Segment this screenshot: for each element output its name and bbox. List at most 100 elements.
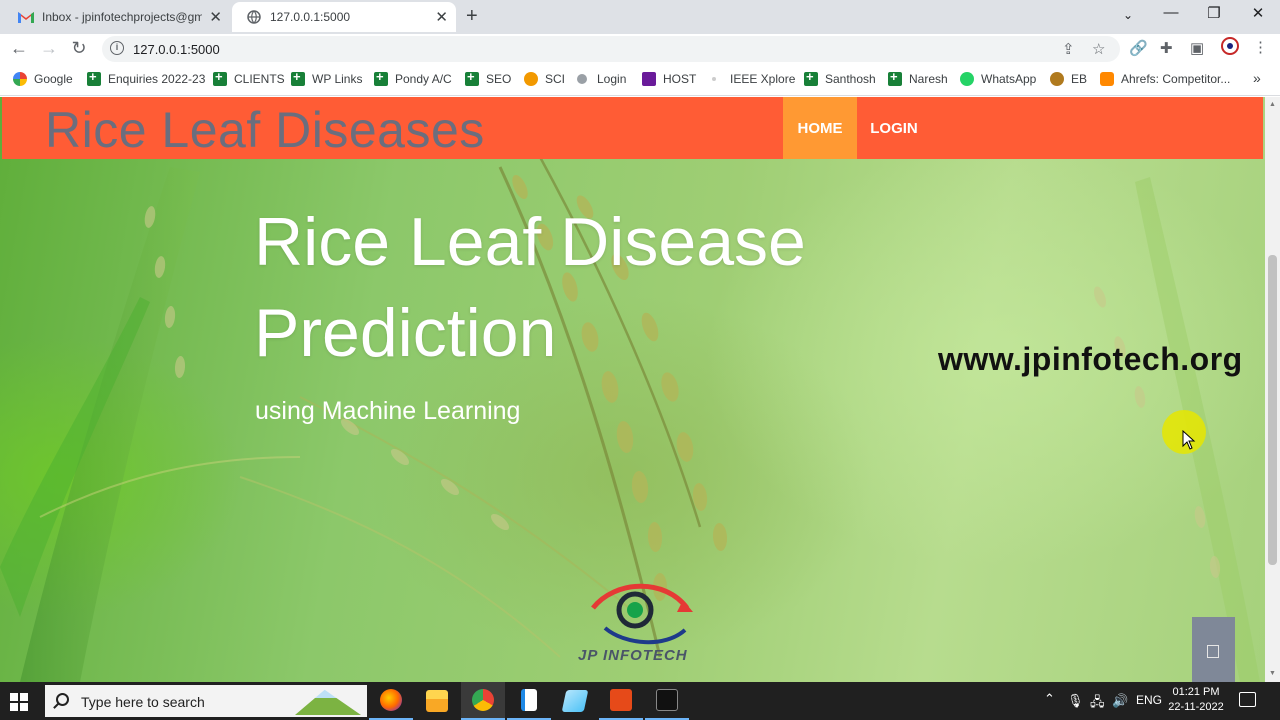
windows-start-button[interactable]: [10, 693, 28, 711]
network-icon[interactable]: 🖧: [1090, 693, 1105, 715]
whatsapp-icon: [960, 72, 974, 86]
file-explorer-app-button[interactable]: [415, 682, 459, 720]
tab-localhost[interactable]: 127.0.0.1:5000 ✕: [232, 2, 456, 32]
browser-toolbar: ← → ↻ i 127.0.0.1:5000 ⇪ ☆ 🔗 ✚ ▣ ⋮: [0, 34, 1280, 64]
tab-gmail[interactable]: Inbox - jpinfotechprojects@gmail.com ✕: [4, 2, 230, 32]
sheets-icon: [465, 69, 479, 86]
bookmark-whatsapp[interactable]: WhatsApp: [960, 72, 1036, 86]
sheets-icon: [374, 69, 388, 86]
ieee-icon: [712, 77, 716, 81]
restore-button[interactable]: ❐: [1194, 4, 1234, 22]
ahrefs-icon: [1100, 72, 1114, 86]
hero-subtitle: using Machine Learning: [255, 397, 521, 425]
minimize-button[interactable]: —: [1151, 4, 1191, 21]
search-placeholder: Type here to search: [81, 694, 205, 710]
notification-center-icon[interactable]: [1239, 692, 1256, 707]
bookmark-clients[interactable]: CLIENTS: [213, 69, 285, 86]
terminal-app-button[interactable]: [645, 682, 689, 720]
url-text[interactable]: 127.0.0.1:5000: [133, 42, 220, 57]
clock-time: 01:21 PM: [1172, 686, 1220, 698]
close-tab-icon[interactable]: ✕: [209, 8, 222, 26]
side-panel-icon[interactable]: ▣: [1190, 39, 1204, 57]
gmail-icon: [18, 9, 34, 25]
reload-icon[interactable]: ↻: [68, 38, 90, 59]
close-tab-icon[interactable]: ✕: [435, 8, 448, 26]
profile-avatar[interactable]: [1221, 37, 1239, 59]
site-brand[interactable]: Rice Leaf Diseases: [45, 101, 485, 159]
sun-icon: [524, 72, 538, 86]
sheets-icon: [213, 69, 227, 86]
tab-search-chevron-icon[interactable]: ⌄: [1108, 8, 1148, 22]
bookmark-login[interactable]: Login: [577, 72, 626, 86]
document-app-button[interactable]: [507, 682, 551, 720]
bookmark-eb[interactable]: EB: [1050, 72, 1087, 86]
bookmark-sci[interactable]: SCI: [524, 72, 565, 86]
sheets-icon: [87, 69, 101, 86]
browser-menu-icon[interactable]: ⋮: [1253, 38, 1268, 56]
volume-icon[interactable]: 🔊: [1112, 693, 1128, 709]
bookmark-pondy-ac[interactable]: Pondy A/C: [374, 69, 452, 86]
page-scrollbar[interactable]: ▲ ▼: [1265, 97, 1280, 682]
microphone-icon[interactable]: 🎙: [1067, 693, 1084, 709]
firefox-icon: [380, 689, 402, 711]
sheets-icon: [804, 69, 818, 86]
scroll-to-top-button[interactable]: [1192, 617, 1235, 682]
taskbar-clock[interactable]: 01:21 PM 22-11-2022: [1164, 685, 1228, 715]
bookmark-ahrefs[interactable]: Ahrefs: Competitor...: [1100, 72, 1230, 86]
google-icon: [13, 72, 27, 86]
language-indicator[interactable]: ENG: [1136, 693, 1162, 707]
search-highlight-illustration: [295, 689, 361, 715]
chrome-app-button[interactable]: [461, 682, 505, 720]
site-info-icon[interactable]: i: [110, 41, 124, 55]
bookmark-naresh[interactable]: Naresh: [888, 69, 948, 86]
app-icon: [561, 690, 589, 712]
share-icon[interactable]: ⇪: [1062, 40, 1075, 58]
square-icon: [1207, 645, 1219, 658]
nav-login-link[interactable]: LOGIN: [859, 97, 929, 159]
bookmark-santhosh[interactable]: Santhosh: [804, 69, 876, 86]
page-viewport: Rice Leaf Diseases HOME LOGIN Rice Leaf …: [0, 97, 1265, 682]
bookmark-star-icon[interactable]: ☆: [1092, 40, 1105, 58]
link-extension-icon[interactable]: 🔗: [1129, 39, 1148, 57]
firefox-app-button[interactable]: [369, 682, 413, 720]
clock-date: 22-11-2022: [1168, 701, 1224, 713]
host-icon: [642, 72, 656, 86]
scroll-up-icon[interactable]: ▲: [1269, 101, 1276, 108]
logo-text: JP INFOTECH: [578, 647, 688, 664]
tray-chevron-icon[interactable]: ⌃: [1044, 691, 1055, 707]
extensions-puzzle-icon[interactable]: ✚: [1160, 39, 1173, 57]
tab-title: Inbox - jpinfotechprojects@gmail.com: [42, 10, 202, 24]
chrome-icon: [472, 689, 494, 711]
sheets-icon: [888, 69, 902, 86]
bookmarks-overflow-button[interactable]: »: [1253, 70, 1261, 86]
search-icon: [56, 693, 69, 706]
watermark-url: www.jpinfotech.org: [938, 341, 1243, 377]
back-arrow-icon[interactable]: ←: [8, 38, 30, 59]
tab-title: 127.0.0.1:5000: [270, 10, 351, 24]
bookmark-google[interactable]: Google: [13, 72, 73, 86]
scrollbar-thumb[interactable]: [1268, 255, 1277, 565]
terminal-icon: [656, 689, 678, 711]
globe-icon: [246, 9, 262, 25]
taskbar-search-box[interactable]: Type here to search: [45, 685, 367, 717]
document-icon: [521, 689, 537, 711]
scroll-down-icon[interactable]: ▼: [1269, 670, 1276, 677]
file-explorer-icon: [426, 690, 448, 712]
hero-title: Rice Leaf Disease Prediction: [254, 204, 806, 371]
bookmark-ieee-xplore[interactable]: IEEE Xplore: [712, 72, 795, 86]
app-button[interactable]: [553, 682, 597, 720]
forward-arrow-icon[interactable]: →: [38, 38, 60, 59]
address-bar[interactable]: i 127.0.0.1:5000 ⇪ ☆: [102, 36, 1120, 62]
bookmark-seo[interactable]: SEO: [465, 69, 511, 86]
new-tab-button[interactable]: +: [466, 5, 478, 28]
login-icon: [577, 74, 587, 84]
sheets-icon: [291, 69, 305, 86]
bookmark-enquiries[interactable]: Enquiries 2022-23: [87, 69, 205, 86]
bookmark-wp-links[interactable]: WP Links: [291, 69, 362, 86]
bookmarks-bar: Google Enquiries 2022-23 CLIENTS WP Link…: [0, 64, 1280, 96]
red-app-button[interactable]: [599, 682, 643, 720]
bookmark-host[interactable]: HOST: [642, 72, 696, 86]
close-window-button[interactable]: ✕: [1238, 4, 1278, 22]
nav-home-link[interactable]: HOME: [783, 97, 857, 159]
cisco-icon: [610, 689, 632, 711]
